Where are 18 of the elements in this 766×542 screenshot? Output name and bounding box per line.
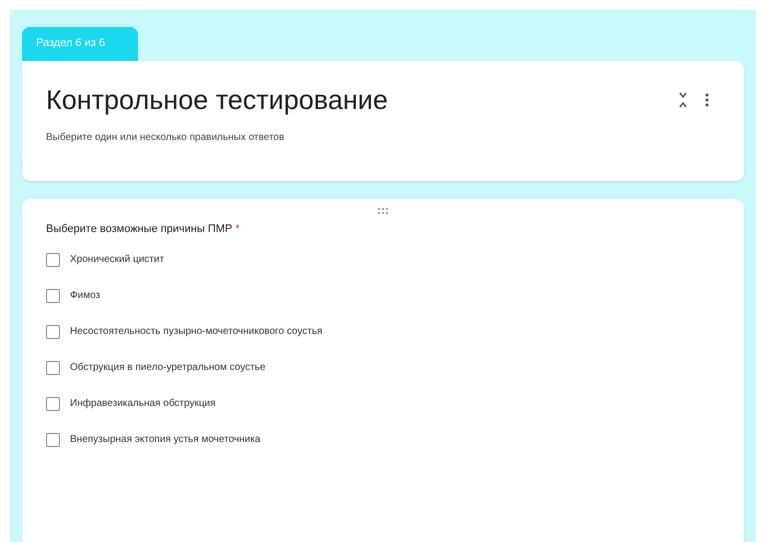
checkbox[interactable] (46, 324, 60, 338)
checkbox[interactable] (46, 396, 60, 410)
option-label: Инфравезикальная обструкция (70, 398, 216, 409)
question-title: Выберите возможные причины ПМР * (46, 223, 241, 235)
checkbox[interactable] (46, 432, 60, 446)
option-label: Хронический цистит (70, 254, 164, 265)
checkbox[interactable] (46, 288, 60, 302)
form-title: Контрольное тестирование (46, 85, 388, 116)
form-description: Выберите один или несколько правильных ответов (46, 132, 286, 143)
required-mark: * (235, 223, 240, 235)
option-label: Внепузырная эктопия устья мочеточника (70, 434, 260, 445)
checkbox[interactable] (46, 360, 60, 374)
drag-handle-icon[interactable] (377, 207, 389, 215)
checkbox[interactable] (46, 252, 60, 266)
collapse-icon[interactable] (678, 91, 688, 109)
option-label: Фимоз (70, 290, 100, 301)
option-label: Обструкция в пиело-уретральном соустье (70, 362, 266, 373)
option-label: Несостоятельность пузырно-мочеточникового соустья (70, 326, 322, 337)
